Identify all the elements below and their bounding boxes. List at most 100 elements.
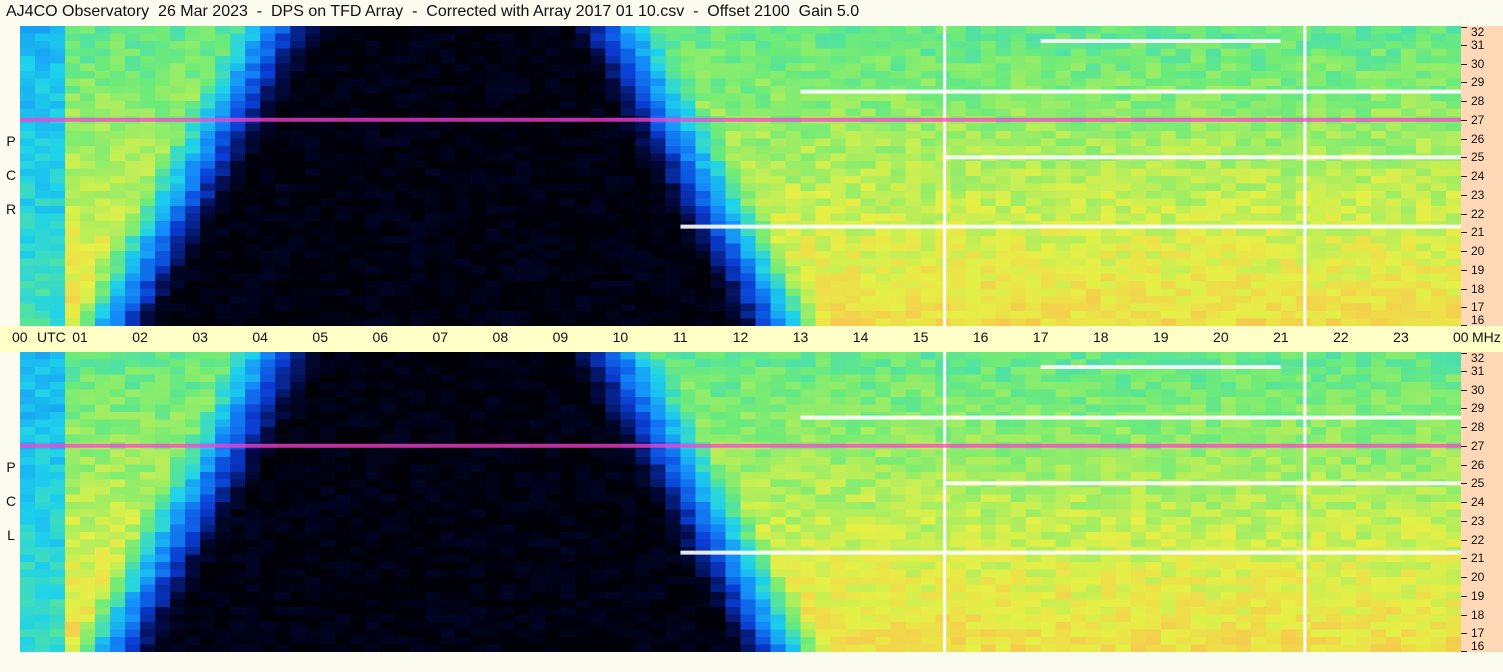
spectrogram-cell [1415,288,1432,297]
spectrogram-cell [1160,397,1177,406]
spectrogram-cell [50,228,66,237]
spectrogram-cell [1040,108,1057,117]
spectrogram-cell [725,434,742,443]
spectrogram-cell [35,183,51,192]
spectrogram-cell [155,198,171,207]
spectrogram-cell [305,41,321,50]
spectrogram-cell [50,153,66,162]
spectrogram-cell [470,78,486,87]
spectrogram-cell [455,108,471,117]
spectrogram-cell [380,206,396,215]
spectrogram-cell [605,198,622,207]
spectrogram-cell [1385,108,1402,117]
spectrogram-cell [665,236,682,245]
spectrogram-cell [1280,48,1297,57]
spectrogram-cell [455,273,471,282]
spectrogram-cell [905,161,922,170]
spectrogram-cell [1190,352,1207,361]
spectrogram-cell [725,183,742,192]
spectrogram-cell [230,389,246,398]
spectrogram-cell [395,56,411,65]
spectrogram-cell [290,161,306,170]
spectrogram-cell [350,404,366,413]
spectrogram-cell [770,213,787,222]
spectrogram-cell [65,281,81,290]
spectrogram-cell [425,26,441,35]
spectrogram-cell [920,161,937,170]
spectrogram-cell [815,101,832,110]
spectrogram-cell [290,56,306,65]
spectrogram-cell [380,382,396,391]
spectrogram-cell [1310,236,1327,245]
spectrogram-cell [95,374,111,383]
spectrogram-cell [860,78,877,87]
spectrogram-cell [65,251,81,260]
spectrogram-cell [725,427,742,436]
spectrogram-cell [425,404,441,413]
spectrogram-cell [815,191,832,200]
spectrogram-cell [1205,138,1222,147]
spectrogram-cell [335,251,351,260]
spectrogram-cell [485,221,501,230]
spectrogram-cell [350,191,366,200]
spectrogram-cell [1370,206,1387,215]
spectrogram-cell [305,228,321,237]
interference-band [1040,39,1281,43]
spectrogram-cell [530,311,546,320]
spectrogram-cell [380,318,396,326]
spectrogram-cell [1250,93,1267,102]
spectrogram-cell [1325,389,1342,398]
spectrogram-cell [35,296,51,305]
spectrogram-cell [155,86,171,95]
spectrogram-cell [635,146,652,155]
spectrogram-cell [1130,382,1147,391]
spectrogram-cell [515,138,531,147]
spectrogram-cell [680,434,697,443]
spectrogram-cell [1430,352,1447,361]
spectrogram-cell [50,296,66,305]
spectrogram-cell [155,183,171,192]
spectrogram-cell [170,389,186,398]
spectrogram-cell [785,434,802,443]
spectrogram-cell [1040,288,1057,297]
spectrogram-cell [1310,228,1327,237]
spectrogram-cell [1400,191,1417,200]
spectrogram-cell [50,236,66,245]
spectrogram-cell [110,228,126,237]
spectrogram-cell [245,108,261,117]
spectrogram-cell [380,33,396,42]
spectrogram-cell [1100,434,1117,443]
spectrogram-cell [20,352,36,361]
spectrogram-cell [575,288,591,297]
spectrogram-cell [1430,176,1447,185]
spectrogram-cell [1235,236,1252,245]
spectrogram-cell [50,374,66,383]
spectrogram-cell [1175,404,1192,413]
spectrogram-cell [1055,213,1072,222]
spectrogram-cell [1340,101,1357,110]
spectrogram-cell [290,146,306,155]
spectrogram-cell [755,63,772,72]
spectrogram-cell [575,427,591,436]
spectrogram-cell [1025,311,1042,320]
spectrogram-cell [545,434,561,443]
spectrogram-cell [455,367,471,376]
spectrogram-cell [740,397,757,406]
spectrogram-cell [155,266,171,275]
spectrogram-cell [1220,63,1237,72]
spectrogram-cell [665,374,682,383]
spectrogram-cell [380,367,396,376]
spectrogram-cell [1175,176,1192,185]
spectrogram-cell [1370,427,1387,436]
spectrogram-cell [1160,352,1177,361]
spectrogram-cell [110,367,126,376]
spectrogram-cell [695,161,712,170]
spectrogram-cell [500,258,516,267]
spectrogram-cell [755,318,772,326]
spectrogram-cell [785,101,802,110]
spectrogram-cell [1205,26,1222,35]
spectrogram-cell [1370,296,1387,305]
spectrogram-cell [1415,281,1432,290]
spectrogram-cell [290,311,306,320]
spectrogram-cell [125,228,141,237]
